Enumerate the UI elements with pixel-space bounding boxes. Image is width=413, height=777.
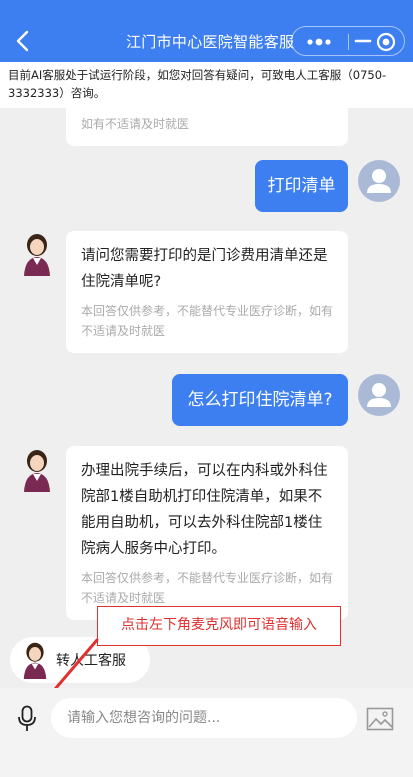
user-avatar xyxy=(358,160,400,202)
voice-hint-annotation: 点击左下角麦克风即可语音输入 xyxy=(97,606,341,646)
close-icon[interactable] xyxy=(376,32,396,52)
more-icon[interactable] xyxy=(306,38,334,46)
capsule-divider xyxy=(348,34,349,50)
disclaimer-text: 如有不适请及时就医 xyxy=(81,117,190,131)
disclaimer-text: 本回答仅供参考，不能替代专业医疗诊断，如有不适请及时就医 xyxy=(81,304,334,338)
user-avatar xyxy=(358,374,400,416)
bot-avatar-icon xyxy=(24,234,50,276)
window-capsule xyxy=(291,26,405,56)
message-text: 请问您需要打印的是门诊费用清单还是住院清单呢? xyxy=(81,248,328,290)
bot-message: 如有不适请及时就医 xyxy=(66,108,348,146)
bot-avatar-icon xyxy=(24,450,50,492)
minimize-icon[interactable] xyxy=(354,31,372,51)
question-input[interactable] xyxy=(51,698,357,738)
transfer-label: 转人工客服 xyxy=(56,653,126,669)
page-title: 江门市中心医院智能客服 xyxy=(126,33,295,51)
bot-message: 办理出院手续后，可以在内科或外科住院部1楼自助机打印住院清单，如果不能用自助机，… xyxy=(66,446,348,620)
user-message: 怎么打印住院清单? xyxy=(172,374,348,426)
back-icon[interactable] xyxy=(14,30,32,52)
user-message: 打印清单 xyxy=(255,160,348,212)
user-icon xyxy=(367,169,391,193)
disclaimer-text: 本回答仅供参考，不能替代专业医疗诊断，如有不适请及时就医 xyxy=(81,571,334,605)
bot-message: 请问您需要打印的是门诊费用清单还是住院清单呢? 本回答仅供参考，不能替代专业医疗… xyxy=(66,231,348,353)
input-bar xyxy=(0,688,413,777)
agent-avatar-icon xyxy=(23,642,47,679)
image-upload-icon[interactable] xyxy=(366,707,394,731)
user-icon xyxy=(367,383,391,407)
chat-area[interactable]: 如有不适请及时就医 打印清单 请问您需要打印的是门诊费用清单还是住院清单呢? 本… xyxy=(0,108,413,688)
message-text: 办理出院手续后，可以在内科或外科住院部1楼自助机打印住院清单，如果不能用自助机，… xyxy=(81,463,328,557)
microphone-icon[interactable] xyxy=(16,705,38,733)
notice-banner: 目前AI客服处于试运行阶段，如您对回答有疑问，可致电人工客服（0750-3332… xyxy=(0,62,413,108)
